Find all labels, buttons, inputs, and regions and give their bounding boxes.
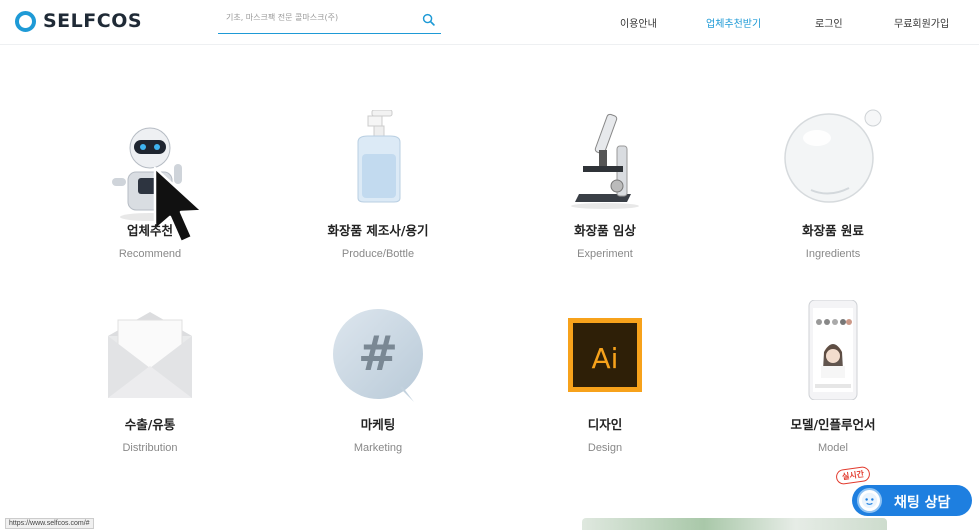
search-bar <box>218 9 441 34</box>
chat-avatar-icon <box>857 488 882 513</box>
realtime-badge: 실시간 <box>835 465 871 486</box>
card-subtitle: Recommend <box>118 248 182 260</box>
search-input[interactable] <box>226 13 406 22</box>
card-subtitle: Marketing <box>353 442 403 454</box>
card-subtitle: Model <box>818 442 848 454</box>
hashtag-icon: # <box>333 309 423 402</box>
microscope-icon <box>571 113 639 209</box>
card-subtitle: Experiment <box>577 248 633 260</box>
card-experiment[interactable]: 화장품 임상 Experiment <box>515 100 695 270</box>
search-icon[interactable] <box>422 13 435 26</box>
phone-model-icon <box>808 300 858 400</box>
illustrator-text: Ai <box>592 342 619 375</box>
card-title: 화장품 원료 <box>802 223 864 238</box>
nav-recommend[interactable]: 업체추천받기 <box>706 15 761 30</box>
card-ingredients[interactable]: 화장품 원료 Ingredients <box>743 100 923 270</box>
logo[interactable]: SELFCOS <box>15 9 142 33</box>
card-title: 업체추천 <box>126 223 173 238</box>
card-produce-bottle[interactable]: 화장품 제조사/용기 Produce/Bottle <box>288 100 468 270</box>
card-title: 디자인 <box>587 417 623 432</box>
nav-guide[interactable]: 이용안내 <box>620 15 657 30</box>
card-subtitle: Ingredients <box>805 248 861 260</box>
card-subtitle: Design <box>587 442 623 454</box>
card-title: 화장품 임상 <box>574 223 636 238</box>
chat-consult-button[interactable]: 채팅 상담 <box>852 485 972 516</box>
card-design[interactable]: Ai 디자인 Design <box>515 300 695 470</box>
card-subtitle: Produce/Bottle <box>341 248 415 260</box>
logo-text: SELFCOS <box>43 10 143 32</box>
logo-ring-icon <box>15 10 36 32</box>
card-subtitle: Distribution <box>122 442 178 454</box>
status-bar-url: https://www.selfcos.com/# <box>5 518 94 529</box>
card-title: 모델/인플루언서 <box>790 417 876 432</box>
card-title: 수출/유통 <box>124 417 176 432</box>
nav-login[interactable]: 로그인 <box>815 15 843 30</box>
card-distribution[interactable]: 수출/유통 Distribution <box>60 300 240 470</box>
illustrator-icon: Ai <box>568 318 642 392</box>
card-marketing[interactable]: # 마케팅 Marketing <box>288 300 468 470</box>
card-title: 마케팅 <box>360 417 396 432</box>
chat-label: 채팅 상담 <box>894 495 951 511</box>
banner-strip <box>582 518 887 530</box>
bubble-icon <box>784 109 882 203</box>
card-model[interactable]: 모델/인플루언서 Model <box>743 300 923 470</box>
card-title: 화장품 제조사/용기 <box>327 223 429 238</box>
card-recommend[interactable]: 업체추천 Recommend <box>60 100 240 270</box>
pump-bottle-icon <box>357 110 401 203</box>
envelope-icon <box>108 312 192 398</box>
nav-signup[interactable]: 무료회원가입 <box>894 15 949 30</box>
hashtag-text: # <box>358 326 398 382</box>
header: SELFCOS 이용안내 업체추천받기 로그인 무료회원가입 <box>0 0 979 45</box>
